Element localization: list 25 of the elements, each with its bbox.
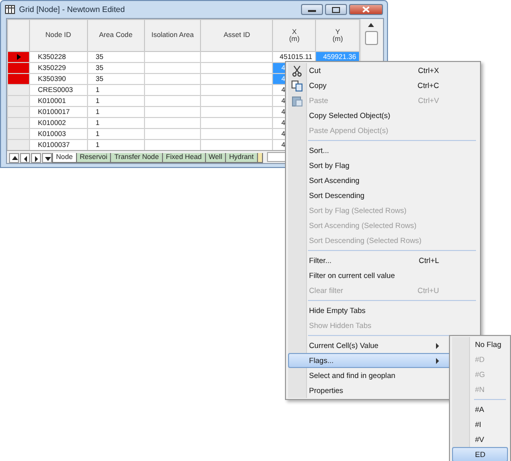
up-arrow-icon: [10, 154, 18, 162]
minimize-button[interactable]: [301, 4, 323, 15]
tab-nav-button[interactable]: [42, 153, 52, 163]
submenu-arrow-icon: [436, 342, 439, 348]
clipboard-icon: [291, 95, 303, 107]
close-button[interactable]: [349, 4, 383, 15]
grid-icon: [5, 5, 15, 14]
close-icon: [362, 6, 370, 13]
down-arrow-icon: [44, 154, 50, 162]
copy-icon: [291, 80, 303, 92]
row-header[interactable]: [8, 52, 30, 62]
tab-nav-button[interactable]: [20, 153, 30, 163]
tab-nav-button[interactable]: [9, 153, 19, 163]
up-arrow-icon[interactable]: [368, 23, 374, 27]
scissors-icon: [291, 65, 303, 77]
right-arrow-icon: [32, 154, 40, 162]
current-row-icon: [17, 54, 21, 60]
minimize-icon: [308, 8, 316, 12]
restore-button[interactable]: [325, 4, 347, 15]
submenu-arrow-icon: [436, 358, 439, 364]
scroll-thumb[interactable]: [365, 31, 378, 45]
tab-nav-button[interactable]: [31, 153, 41, 163]
window-title: Grid [Node] - Newtown Edited: [19, 5, 126, 14]
left-arrow-icon: [22, 154, 28, 162]
restore-icon: [332, 6, 340, 12]
